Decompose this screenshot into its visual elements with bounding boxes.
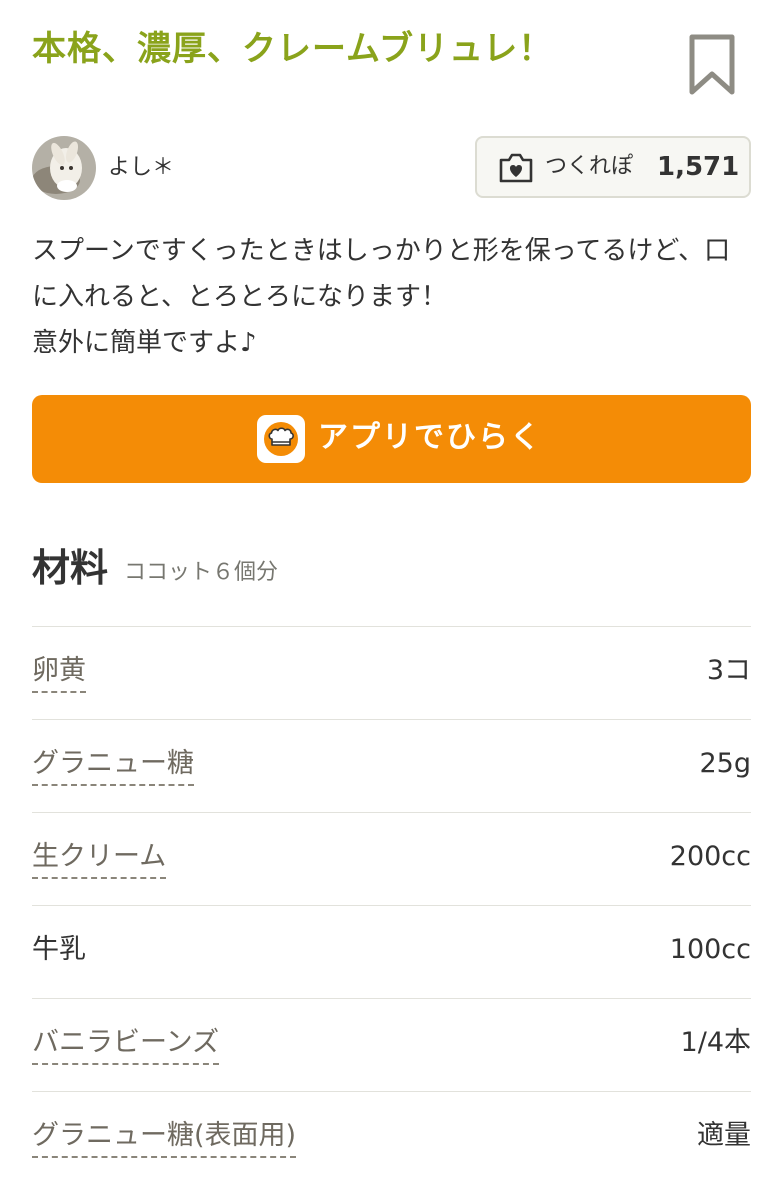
ingredient-row: グラニュー糖 25g: [32, 719, 751, 812]
recipe-description: スプーンですくったときはしっかりと形を保ってるけど、口に入れると、とろとろになり…: [32, 236, 731, 358]
ingredient-list: 卵黄 3コ グラニュー糖 25g 生クリーム 200cc 牛乳 100cc バニ…: [32, 626, 751, 1184]
ingredient-row: 生クリーム 200cc: [32, 812, 751, 905]
open-in-app-button[interactable]: アプリでひらく: [32, 395, 751, 483]
ingredient-amount: 200cc: [669, 841, 751, 872]
camera-heart-icon: [499, 153, 533, 183]
bookmark-icon: [689, 34, 735, 95]
ingredient-amount: 適量: [697, 1120, 751, 1151]
ingredient-name: 牛乳: [32, 934, 86, 965]
ingredient-name-link[interactable]: グラニュー糖: [32, 744, 194, 786]
tsukurepo-label: つくれぽ: [545, 154, 634, 179]
cookpad-chef-hat-icon: [257, 415, 305, 463]
ingredients-title: 材料: [32, 546, 109, 590]
bookmark-button[interactable]: [687, 34, 737, 96]
ingredient-amount: 3コ: [706, 655, 751, 686]
open-in-app-label: アプリでひらく: [318, 420, 542, 455]
avatar-photo: [32, 136, 96, 200]
ingredient-name-link[interactable]: 生クリーム: [32, 837, 167, 879]
avatar[interactable]: [32, 136, 96, 200]
ingredient-name-link[interactable]: 卵黄: [32, 651, 86, 693]
ingredient-row: グラニュー糖(表面用) 適量: [32, 1091, 751, 1184]
ingredient-name-link[interactable]: グラニュー糖(表面用): [32, 1116, 297, 1158]
title-row: 本格、濃厚、クレームブリュレ！: [32, 26, 751, 106]
tsukurepo-button[interactable]: つくれぽ 1,571: [475, 136, 751, 198]
servings-text: ココット６個分: [124, 560, 279, 585]
ingredient-amount: 25g: [699, 748, 752, 779]
ingredients-header: 材料 ココット６個分: [32, 540, 751, 600]
ingredient-amount: 1/4本: [680, 1027, 751, 1058]
ingredient-row: バニラビーンズ 1/4本: [32, 998, 751, 1091]
ingredient-row: 卵黄 3コ: [32, 626, 751, 719]
author-row: よし＊ つくれぽ 1,571: [32, 136, 751, 200]
recipe-page: 本格、濃厚、クレームブリュレ！ よし＊ つくれぽ 1,571 スプーンですくった…: [0, 0, 783, 1200]
ingredient-amount: 100cc: [669, 934, 751, 965]
tsukurepo-count: 1,571: [657, 152, 740, 182]
ingredient-row: 牛乳 100cc: [32, 905, 751, 998]
ingredient-name-link[interactable]: バニラビーンズ: [32, 1023, 220, 1065]
recipe-title: 本格、濃厚、クレームブリュレ！: [32, 29, 554, 69]
author-name[interactable]: よし＊: [108, 152, 174, 184]
